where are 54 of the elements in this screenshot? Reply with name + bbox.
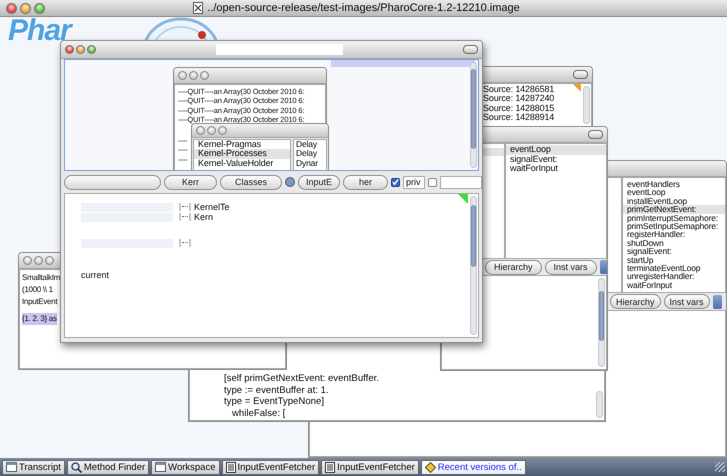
tree-item[interactable]: KernelTe <box>194 202 230 212</box>
button[interactable]: Kerr <box>164 174 217 190</box>
method-item[interactable]: waitForInput <box>623 280 725 290</box>
tree-item[interactable]: Kern <box>194 212 214 222</box>
button[interactable]: Hierarchy <box>610 294 661 309</box>
code-line: type := eventBuffer at: 1. <box>224 384 329 396</box>
button[interactable]: her <box>343 174 388 190</box>
taskbar-button[interactable]: InputEventFetcher <box>321 460 419 474</box>
workspace-line: InputEvent <box>22 296 58 308</box>
taskbar-button[interactable]: Workspace <box>151 460 220 474</box>
taskbar-button[interactable]: Recent versions of.. <box>420 460 526 474</box>
button[interactable]: Inst vars <box>544 260 597 274</box>
package-item[interactable]: Kernel-Pragmas <box>194 140 290 150</box>
taskbar-button[interactable]: InputEventFetcher <box>222 460 320 474</box>
filter-field[interactable]: priv <box>403 176 425 188</box>
workspace-line: (1000 \\ 1 <box>22 284 53 296</box>
selected-text: {1. 2. 3} as <box>22 313 57 325</box>
method-item[interactable]: waitForInput <box>506 164 606 174</box>
taskbar-button[interactable]: Transcript <box>2 460 65 474</box>
method-item[interactable]: terminateEventLoop <box>623 264 725 272</box>
transcript-line: Source: 14286581 <box>483 85 554 94</box>
method-item[interactable]: registerHandler: <box>623 230 725 239</box>
taskbar-button[interactable]: Method Finder <box>66 460 150 474</box>
code-line: whileFalse: [ <box>231 408 286 419</box>
method-item[interactable]: signalEvent: <box>623 247 725 256</box>
button[interactable]: Hierarchy <box>485 260 542 274</box>
method-item[interactable]: eventLoop <box>623 188 725 197</box>
class-item[interactable]: Delay <box>294 140 326 150</box>
button[interactable]: InputE <box>298 174 340 190</box>
code-line: [self primGetNextEvent: eventBuffer. <box>224 373 379 384</box>
method-item[interactable]: primSetInputSemaphore: <box>623 222 725 230</box>
class-item[interactable]: Delay <box>294 149 326 159</box>
method-item[interactable]: primInterruptSemaphore: <box>623 214 725 222</box>
method-item[interactable]: primGetNextEvent: <box>623 205 725 214</box>
method-item[interactable]: eventHandlers <box>623 180 725 188</box>
logo-text: Phar <box>8 17 74 45</box>
transcript-line: Source: 14287240 <box>483 94 554 104</box>
transcript-line: Source: 14288914 <box>483 112 554 122</box>
workspace-line: SmalltalkIm <box>22 272 60 284</box>
method-item[interactable]: startUp <box>623 256 725 264</box>
button[interactable]: Inst vars <box>664 294 710 309</box>
transcript-line: Source: 14288015 <box>483 104 554 113</box>
method-item[interactable]: unregisterHandler: <box>623 272 725 281</box>
method-item[interactable]: signalEvent: <box>506 154 606 164</box>
code-line: current <box>81 270 110 280</box>
method-item[interactable]: eventLoop <box>506 145 606 155</box>
button[interactable]: Classes <box>220 174 282 190</box>
package-item[interactable]: Kernel-ValueHolder <box>194 158 290 168</box>
method-item[interactable]: shutDown <box>623 238 725 248</box>
method-item[interactable]: installEventLoop <box>623 196 725 206</box>
class-item[interactable]: Dynar <box>294 158 326 168</box>
package-item[interactable]: Kernel-Processes <box>194 149 290 159</box>
window-title: ../open-source-release/test-images/PharoCore-1.2-12210.image <box>207 2 520 14</box>
code-line: type = EventTypeNone] <box>224 396 324 408</box>
